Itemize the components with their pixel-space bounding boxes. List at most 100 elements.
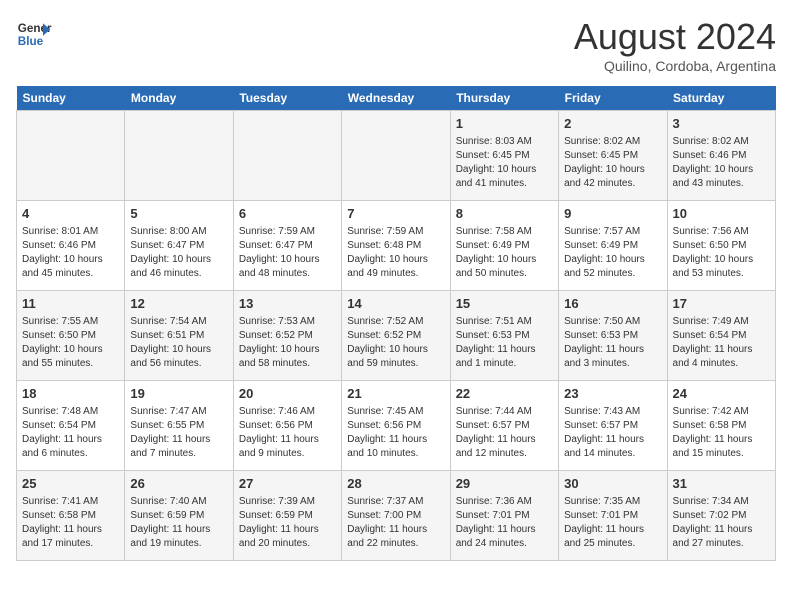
day-detail: Sunrise: 7:59 AMSunset: 6:48 PMDaylight:… (347, 225, 444, 281)
calendar-cell (342, 111, 450, 201)
day-number: 7 (347, 205, 444, 223)
calendar-cell: 10Sunrise: 7:56 AMSunset: 6:50 PMDayligh… (667, 201, 775, 291)
day-detail: Sunrise: 7:50 AMSunset: 6:53 PMDaylight:… (564, 315, 661, 371)
day-number: 21 (347, 385, 444, 403)
day-number: 22 (456, 385, 553, 403)
calendar-cell: 13Sunrise: 7:53 AMSunset: 6:52 PMDayligh… (233, 291, 341, 381)
day-detail: Sunrise: 7:39 AMSunset: 6:59 PMDaylight:… (239, 495, 336, 551)
day-detail: Sunrise: 7:47 AMSunset: 6:55 PMDaylight:… (130, 405, 227, 461)
day-detail: Sunrise: 7:45 AMSunset: 6:56 PMDaylight:… (347, 405, 444, 461)
day-number: 19 (130, 385, 227, 403)
day-detail: Sunrise: 8:03 AMSunset: 6:45 PMDaylight:… (456, 135, 553, 191)
day-number: 24 (673, 385, 770, 403)
header-day-friday: Friday (559, 86, 667, 111)
calendar-cell: 29 Sunrise: 7:36 AMSunset: 7:01 PMDayligh… (450, 471, 558, 561)
day-number: 5 (130, 205, 227, 223)
calendar-cell: 9 Sunrise: 7:57 AMSunset: 6:49 PMDaylight… (559, 201, 667, 291)
day-detail: Sunrise: 7:37 AMSunset: 7:00 PMDaylight:… (347, 495, 444, 551)
calendar-cell: 23 Sunrise: 7:43 AMSunset: 6:57 PMDayligh… (559, 381, 667, 471)
day-detail: Sunrise: 7:44 AMSunset: 6:57 PMDaylight:… (456, 405, 553, 461)
calendar-cell: 16Sunrise: 7:50 AMSunset: 6:53 PMDayligh… (559, 291, 667, 381)
calendar-cell: 2 Sunrise: 8:02 AMSunset: 6:45 PMDaylight… (559, 111, 667, 201)
calendar-cell: 1 Sunrise: 8:03 AMSunset: 6:45 PMDaylight… (450, 111, 558, 201)
calendar-cell (125, 111, 233, 201)
day-detail: Sunrise: 7:57 AMSunset: 6:49 PMDaylight:… (564, 225, 661, 281)
calendar-week-row: 4Sunrise: 8:01 AMSunset: 6:46 PMDaylight… (17, 201, 776, 291)
calendar-cell: 31 Sunrise: 7:34 AMSunset: 7:02 PMDayligh… (667, 471, 775, 561)
day-number: 9 (564, 205, 661, 223)
day-number: 28 (347, 475, 444, 493)
logo-icon: General Blue (16, 16, 52, 52)
day-number: 14 (347, 295, 444, 313)
day-detail: Sunrise: 7:58 AMSunset: 6:49 PMDaylight:… (456, 225, 553, 281)
day-number: 15 (456, 295, 553, 313)
day-number: 1 (456, 115, 553, 133)
calendar-week-row: 25 Sunrise: 7:41 AMSunset: 6:58 PMDayligh… (17, 471, 776, 561)
day-number: 11 (22, 295, 119, 313)
calendar-cell: 25 Sunrise: 7:41 AMSunset: 6:58 PMDayligh… (17, 471, 125, 561)
calendar-cell (233, 111, 341, 201)
calendar-cell: 18 Sunrise: 7:48 AMSunset: 6:54 PMDayligh… (17, 381, 125, 471)
calendar-week-row: 11 Sunrise: 7:55 AMSunset: 6:50 PMDayligh… (17, 291, 776, 381)
day-detail: Sunrise: 7:53 AMSunset: 6:52 PMDaylight:… (239, 315, 336, 371)
day-number: 8 (456, 205, 553, 223)
calendar-week-row: 18 Sunrise: 7:48 AMSunset: 6:54 PMDayligh… (17, 381, 776, 471)
calendar-cell: 20Sunrise: 7:46 AMSunset: 6:56 PMDayligh… (233, 381, 341, 471)
day-number: 30 (564, 475, 661, 493)
day-number: 3 (673, 115, 770, 133)
day-detail: Sunrise: 7:43 AMSunset: 6:57 PMDaylight:… (564, 405, 661, 461)
day-detail: Sunrise: 7:41 AMSunset: 6:58 PMDaylight:… (22, 495, 119, 551)
calendar-cell: 11 Sunrise: 7:55 AMSunset: 6:50 PMDayligh… (17, 291, 125, 381)
calendar-cell: 8 Sunrise: 7:58 AMSunset: 6:49 PMDaylight… (450, 201, 558, 291)
day-detail: Sunrise: 7:34 AMSunset: 7:02 PMDaylight:… (673, 495, 770, 551)
month-year-title: August 2024 (574, 16, 776, 58)
calendar-cell: 3 Sunrise: 8:02 AMSunset: 6:46 PMDaylight… (667, 111, 775, 201)
calendar-cell: 5 Sunrise: 8:00 AMSunset: 6:47 PMDaylight… (125, 201, 233, 291)
day-number: 27 (239, 475, 336, 493)
day-detail: Sunrise: 7:59 AMSunset: 6:47 PMDaylight:… (239, 225, 336, 281)
location-subtitle: Quilino, Cordoba, Argentina (574, 58, 776, 74)
day-number: 23 (564, 385, 661, 403)
calendar-cell: 30Sunrise: 7:35 AMSunset: 7:01 PMDayligh… (559, 471, 667, 561)
header-day-monday: Monday (125, 86, 233, 111)
day-number: 20 (239, 385, 336, 403)
day-number: 6 (239, 205, 336, 223)
day-detail: Sunrise: 7:40 AMSunset: 6:59 PMDaylight:… (130, 495, 227, 551)
day-number: 12 (130, 295, 227, 313)
day-detail: Sunrise: 7:51 AMSunset: 6:53 PMDaylight:… (456, 315, 553, 371)
logo: General Blue (16, 16, 52, 52)
day-number: 29 (456, 475, 553, 493)
calendar-cell: 4Sunrise: 8:01 AMSunset: 6:46 PMDaylight… (17, 201, 125, 291)
day-detail: Sunrise: 8:02 AMSunset: 6:46 PMDaylight:… (673, 135, 770, 191)
svg-text:Blue: Blue (18, 35, 44, 48)
header: General Blue August 2024 Quilino, Cordob… (16, 16, 776, 74)
day-number: 10 (673, 205, 770, 223)
calendar-cell: 12 Sunrise: 7:54 AMSunset: 6:51 PMDayligh… (125, 291, 233, 381)
day-number: 25 (22, 475, 119, 493)
calendar-cell: 27 Sunrise: 7:39 AMSunset: 6:59 PMDayligh… (233, 471, 341, 561)
day-detail: Sunrise: 8:00 AMSunset: 6:47 PMDaylight:… (130, 225, 227, 281)
header-day-sunday: Sunday (17, 86, 125, 111)
calendar-cell: 15 Sunrise: 7:51 AMSunset: 6:53 PMDayligh… (450, 291, 558, 381)
day-number: 17 (673, 295, 770, 313)
header-day-wednesday: Wednesday (342, 86, 450, 111)
title-area: August 2024 Quilino, Cordoba, Argentina (574, 16, 776, 74)
calendar-cell: 26Sunrise: 7:40 AMSunset: 6:59 PMDayligh… (125, 471, 233, 561)
day-detail: Sunrise: 7:36 AMSunset: 7:01 PMDaylight:… (456, 495, 553, 551)
day-number: 2 (564, 115, 661, 133)
header-day-tuesday: Tuesday (233, 86, 341, 111)
header-day-thursday: Thursday (450, 86, 558, 111)
calendar-cell: 22 Sunrise: 7:44 AMSunset: 6:57 PMDayligh… (450, 381, 558, 471)
day-detail: Sunrise: 7:55 AMSunset: 6:50 PMDaylight:… (22, 315, 119, 371)
calendar-cell: 6 Sunrise: 7:59 AMSunset: 6:47 PMDaylight… (233, 201, 341, 291)
day-detail: Sunrise: 7:42 AMSunset: 6:58 PMDaylight:… (673, 405, 770, 461)
day-detail: Sunrise: 8:02 AMSunset: 6:45 PMDaylight:… (564, 135, 661, 191)
day-number: 18 (22, 385, 119, 403)
day-number: 31 (673, 475, 770, 493)
day-detail: Sunrise: 7:52 AMSunset: 6:52 PMDaylight:… (347, 315, 444, 371)
calendar-table: SundayMondayTuesdayWednesdayThursdayFrid… (16, 86, 776, 561)
header-day-saturday: Saturday (667, 86, 775, 111)
day-detail: Sunrise: 7:48 AMSunset: 6:54 PMDaylight:… (22, 405, 119, 461)
day-detail: Sunrise: 7:49 AMSunset: 6:54 PMDaylight:… (673, 315, 770, 371)
day-detail: Sunrise: 7:54 AMSunset: 6:51 PMDaylight:… (130, 315, 227, 371)
